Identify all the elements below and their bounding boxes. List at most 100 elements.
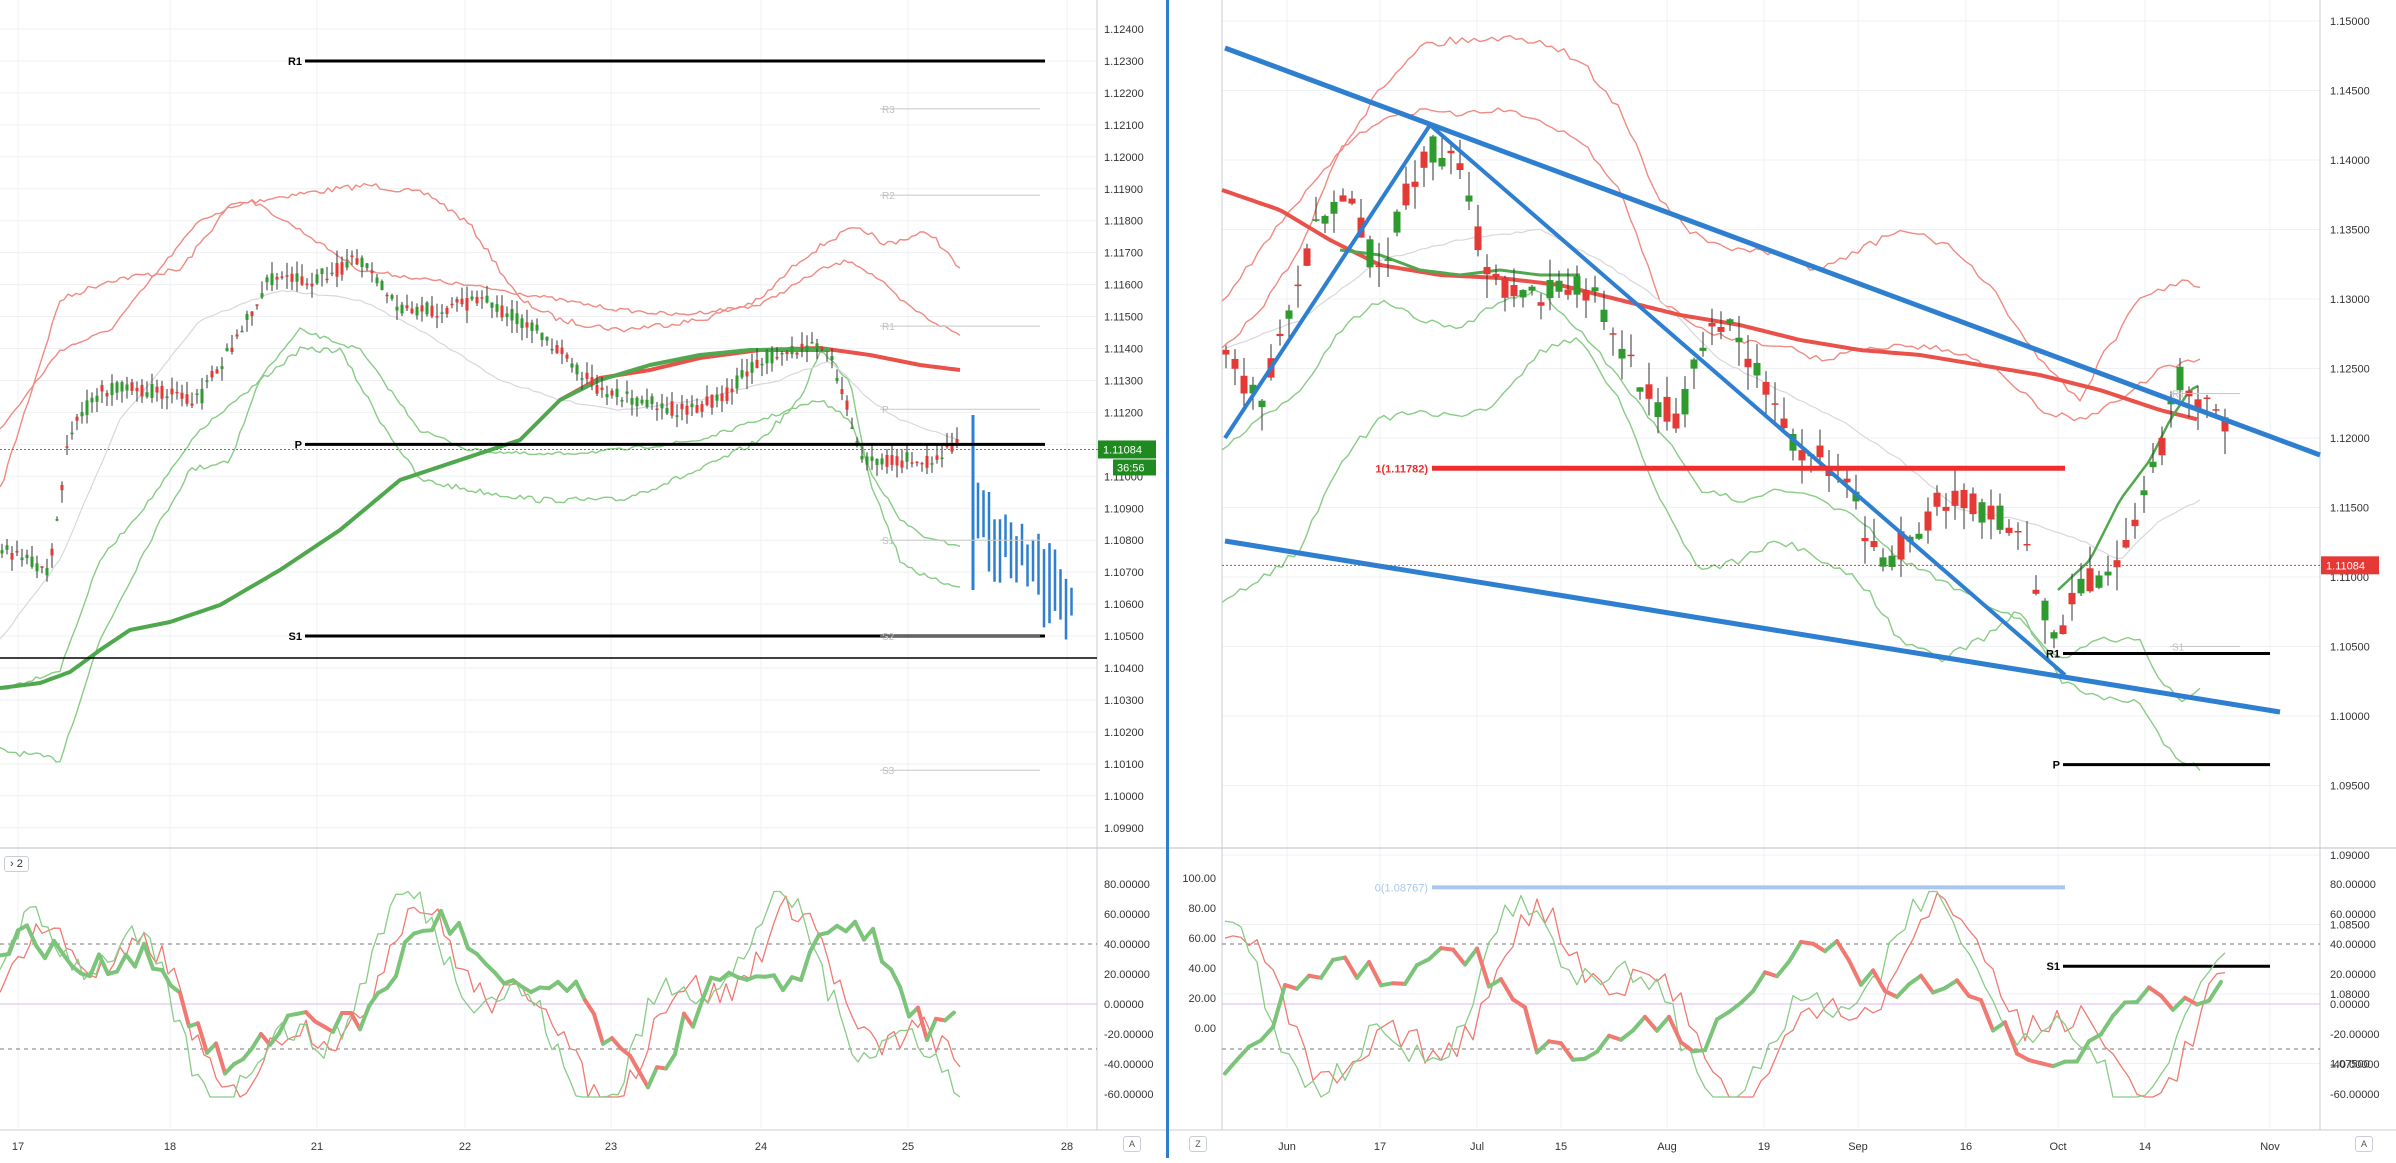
candle-body [831, 356, 834, 360]
candle-body [1574, 276, 1581, 294]
right-price-tick: 1.12000 [2330, 433, 2370, 445]
candle-body [261, 293, 264, 297]
candle-body [561, 348, 564, 354]
candle-body [21, 558, 24, 561]
candle-body [2213, 409, 2220, 411]
candle-body [166, 396, 169, 398]
candle-body [866, 456, 869, 464]
left-osc-tick: -40.00000 [1104, 1059, 1154, 1071]
candle-body [356, 258, 359, 264]
left-price-tick: 1.11600 [1104, 280, 1143, 292]
candle-body [346, 261, 349, 267]
charts-svg: R1PS1R3R2R1PS1S2S31.124001.123001.122001… [0, 0, 2396, 1158]
candle-body [1385, 259, 1392, 261]
left-time-tick: 25 [902, 1141, 914, 1153]
candle-body [331, 273, 334, 275]
candle-body [386, 295, 389, 297]
faint-level-label-s2: S2 [882, 632, 895, 643]
left-osc-tick: 40.00000 [1104, 939, 1150, 951]
left-osc-tick: 80.00000 [1104, 879, 1150, 891]
candle-body [541, 333, 544, 340]
left-osc-tick: -20.00000 [1104, 1029, 1154, 1041]
candle-body [941, 458, 944, 460]
right-price-tick: 1.14500 [2330, 86, 2370, 98]
left-osc-tick: 0.00000 [1104, 999, 1144, 1011]
candle-body [536, 325, 539, 331]
zoom-badge-right[interactable]: Z [1189, 1136, 1207, 1152]
right-time-tick: 14 [2139, 1141, 2151, 1153]
candle-body [766, 351, 769, 363]
left-time-tick: 23 [605, 1141, 617, 1153]
left-countdown-badge: 36:56 [1117, 462, 1145, 474]
candle-body [66, 446, 69, 448]
candle-body [421, 305, 424, 311]
faint-level-label-s3: S3 [882, 766, 895, 777]
candle-body [451, 304, 454, 306]
candle-body [341, 262, 344, 274]
candle-body [581, 378, 584, 380]
candle-body [1, 550, 4, 553]
left-price-tick: 1.10100 [1104, 759, 1144, 771]
candle-body [1538, 302, 1545, 305]
left-price-tick: 1.10000 [1104, 791, 1144, 803]
candle-body [431, 306, 434, 317]
candle-body [801, 344, 804, 349]
candle-body [1871, 541, 1878, 547]
candle-body [1934, 493, 1941, 507]
left-price-tick: 1.10400 [1104, 663, 1144, 675]
candle-body [2105, 572, 2112, 576]
candle-body [11, 553, 14, 560]
candle-body [116, 382, 119, 392]
candle-body [901, 461, 904, 468]
candle-body [211, 371, 214, 377]
pane-divider[interactable] [1166, 0, 1169, 1158]
left-time-tick: 24 [755, 1141, 767, 1153]
left-price-tick: 1.11700 [1104, 248, 1143, 260]
candle-body [1817, 446, 1824, 458]
candle-body [1628, 355, 1635, 357]
candle-body [911, 462, 914, 464]
candle-body [666, 408, 669, 413]
candle-body [1979, 502, 1986, 522]
auto-scale-badge-left[interactable]: A [1123, 1136, 1141, 1152]
right-osc-left-tick: 40.00 [1188, 963, 1216, 975]
candle-body [731, 389, 734, 392]
candle-body [271, 274, 274, 286]
left-price-tick: 1.12400 [1104, 24, 1144, 36]
candle-body [16, 551, 19, 553]
right-osc-tick: -40.00000 [2330, 1059, 2380, 1071]
candle-body [1430, 136, 1437, 162]
right-pivot-label-r1: R1 [2046, 648, 2060, 660]
right-price-tick: 1.12500 [2330, 364, 2370, 376]
candle-body [316, 274, 319, 283]
right-pivot-label-p: P [2053, 760, 2060, 772]
left-price-tick: 1.12300 [1104, 56, 1144, 68]
candle-body [416, 307, 419, 316]
right-osc-left-tick: 20.00 [1188, 993, 1216, 1005]
chart-workspace: R1PS1R3R2R1PS1S2S31.124001.123001.122001… [0, 0, 2396, 1158]
right-price-tick: 1.14000 [2330, 155, 2370, 167]
left-price-tick: 1.11800 [1104, 216, 1143, 228]
candle-body [361, 258, 364, 267]
faint-level-label-s1: S1 [882, 536, 895, 547]
candle-body [426, 303, 429, 315]
indicator-collapse-tag[interactable]: › 2 [4, 856, 29, 872]
candle-body [121, 382, 124, 391]
candle-body [931, 463, 934, 465]
candle-body [131, 382, 134, 391]
candle-body [1673, 414, 1680, 429]
auto-scale-badge-right[interactable]: A [2355, 1136, 2373, 1152]
candle-body [311, 284, 314, 287]
left-price-tick: 1.10300 [1104, 695, 1144, 707]
left-price-tick: 1.11500 [1104, 312, 1143, 324]
candle-body [1457, 163, 1464, 170]
right-osc-tick: -60.00000 [2330, 1089, 2380, 1101]
left-price-tick: 1.11200 [1104, 407, 1143, 419]
candle-body [566, 355, 569, 359]
candle-body [1412, 182, 1419, 187]
candle-body [516, 313, 519, 324]
candle-body [201, 389, 204, 403]
candle-body [1943, 507, 1950, 511]
candle-body [671, 401, 674, 415]
candle-body [1322, 216, 1329, 224]
